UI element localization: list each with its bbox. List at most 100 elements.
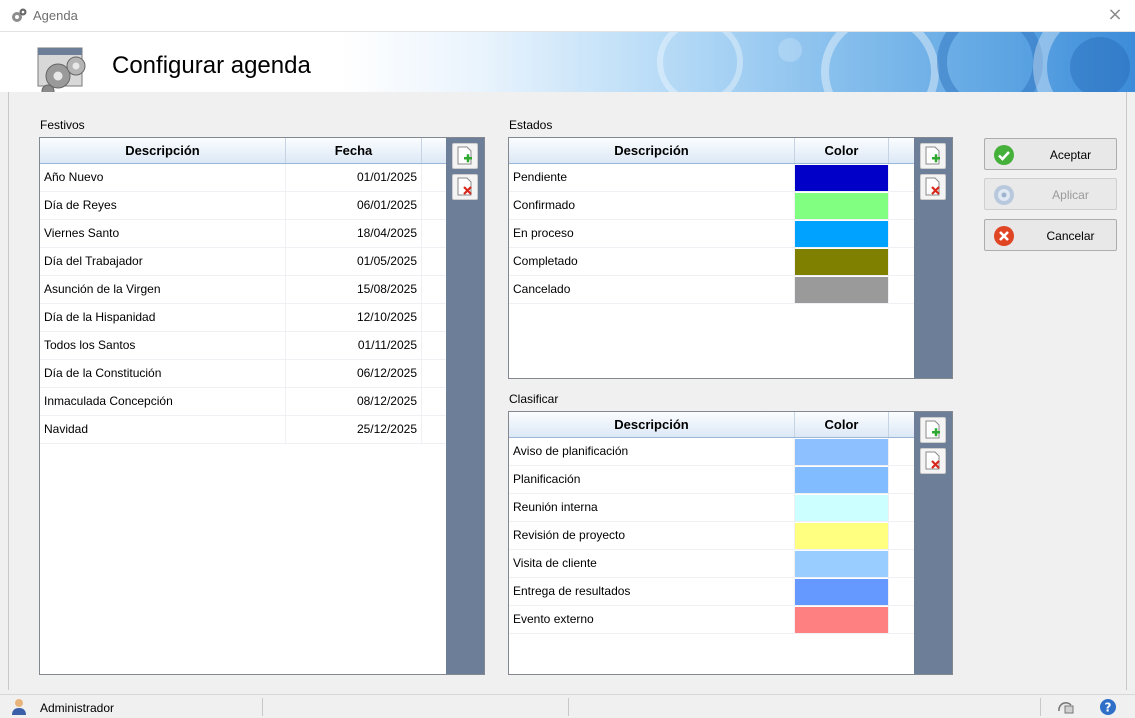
table-row[interactable]: Aviso de planificación	[509, 438, 952, 466]
cell-fecha[interactable]: 18/04/2025	[286, 220, 422, 247]
add-clasificacion-button[interactable]	[920, 417, 946, 443]
cell-descripcion[interactable]: Planificación	[509, 466, 795, 493]
cell-descripcion[interactable]: Entrega de resultados	[509, 578, 795, 605]
delete-festivo-button[interactable]	[452, 174, 478, 200]
table-row[interactable]: Planificación	[509, 466, 952, 494]
table-row[interactable]: Cancelado	[509, 276, 952, 304]
apply-button[interactable]: Aplicar	[984, 178, 1117, 210]
cell-fecha[interactable]: 01/05/2025	[286, 248, 422, 275]
column-header-fecha[interactable]: Fecha	[286, 138, 422, 163]
cell-fecha[interactable]: 06/01/2025	[286, 192, 422, 219]
delete-clasificacion-button[interactable]	[920, 448, 946, 474]
cell-descripcion[interactable]: Día de Reyes	[40, 192, 286, 219]
estados-label: Estados	[509, 118, 553, 132]
clasificar-table[interactable]: Descripción Color Aviso de planificación…	[508, 411, 953, 675]
table-row[interactable]: Visita de cliente	[509, 550, 952, 578]
festivos-toolbar	[446, 138, 484, 674]
cell-color[interactable]	[795, 220, 889, 247]
table-row[interactable]: Día de Reyes 06/01/2025	[40, 192, 484, 220]
column-header-descripcion[interactable]: Descripción	[509, 138, 795, 163]
column-header-color[interactable]: Color	[795, 412, 889, 437]
accept-label: Aceptar	[1049, 148, 1092, 162]
cell-color[interactable]	[795, 522, 889, 549]
cancel-button[interactable]: Cancelar	[984, 219, 1117, 251]
festivos-label: Festivos	[40, 118, 85, 132]
column-header-descripcion[interactable]: Descripción	[40, 138, 286, 163]
cell-color[interactable]	[795, 276, 889, 303]
clasificar-label: Clasificar	[509, 392, 559, 406]
color-swatch	[795, 467, 888, 493]
cell-descripcion[interactable]: Asunción de la Virgen	[40, 276, 286, 303]
table-row[interactable]: Viernes Santo 18/04/2025	[40, 220, 484, 248]
cell-descripcion[interactable]: Año Nuevo	[40, 164, 286, 191]
table-row[interactable]: Evento externo	[509, 606, 952, 634]
cell-descripcion[interactable]: Visita de cliente	[509, 550, 795, 577]
cell-descripcion[interactable]: Día de la Hispanidad	[40, 304, 286, 331]
cell-descripcion[interactable]: Reunión interna	[509, 494, 795, 521]
cell-descripcion[interactable]: Día de la Constitución	[40, 360, 286, 387]
cell-color[interactable]	[795, 438, 889, 465]
table-row[interactable]: En proceso	[509, 220, 952, 248]
cell-fecha[interactable]: 06/12/2025	[286, 360, 422, 387]
add-estado-button[interactable]	[920, 143, 946, 169]
table-row[interactable]: Todos los Santos 01/11/2025	[40, 332, 484, 360]
table-row[interactable]: Inmaculada Concepción 08/12/2025	[40, 388, 484, 416]
add-festivo-button[interactable]	[452, 143, 478, 169]
column-header-descripcion[interactable]: Descripción	[509, 412, 795, 437]
cell-descripcion[interactable]: Pendiente	[509, 164, 795, 191]
cell-fecha[interactable]: 01/01/2025	[286, 164, 422, 191]
table-row[interactable]: Completado	[509, 248, 952, 276]
cell-fecha[interactable]: 15/08/2025	[286, 276, 422, 303]
cell-fecha[interactable]: 12/10/2025	[286, 304, 422, 331]
cell-descripcion[interactable]: Día del Trabajador	[40, 248, 286, 275]
cell-descripcion[interactable]: Aviso de planificación	[509, 438, 795, 465]
cell-descripcion[interactable]: Viernes Santo	[40, 220, 286, 247]
table-row[interactable]: Día de la Constitución 06/12/2025	[40, 360, 484, 388]
table-row[interactable]: Reunión interna	[509, 494, 952, 522]
table-row[interactable]: Día de la Hispanidad 12/10/2025	[40, 304, 484, 332]
cell-descripcion[interactable]: Inmaculada Concepción	[40, 388, 286, 415]
cell-descripcion[interactable]: Completado	[509, 248, 795, 275]
cell-descripcion[interactable]: Todos los Santos	[40, 332, 286, 359]
table-row[interactable]: Entrega de resultados	[509, 578, 952, 606]
table-row[interactable]: Día del Trabajador 01/05/2025	[40, 248, 484, 276]
column-header-color[interactable]: Color	[795, 138, 889, 163]
cell-color[interactable]	[795, 192, 889, 219]
table-row[interactable]: Confirmado	[509, 192, 952, 220]
accept-button[interactable]: Aceptar	[984, 138, 1117, 170]
cell-color[interactable]	[795, 550, 889, 577]
settings-gears-icon	[37, 47, 86, 92]
check-icon	[994, 145, 1014, 165]
window-title: Agenda	[33, 8, 78, 23]
cell-color[interactable]	[795, 578, 889, 605]
help-icon[interactable]: ?	[1098, 697, 1118, 717]
cell-color[interactable]	[795, 466, 889, 493]
add-document-icon	[925, 146, 940, 165]
cell-descripcion[interactable]: Navidad	[40, 416, 286, 443]
cell-fecha[interactable]: 08/12/2025	[286, 388, 422, 415]
cell-color[interactable]	[795, 606, 889, 633]
close-icon[interactable]: ×	[1095, 0, 1135, 32]
table-row[interactable]: Navidad 25/12/2025	[40, 416, 484, 444]
cell-fecha[interactable]: 01/11/2025	[286, 332, 422, 359]
clasificar-header: Descripción Color	[509, 412, 952, 438]
festivos-table[interactable]: Descripción Fecha Año Nuevo 01/01/2025 Día…	[39, 137, 485, 675]
estados-table[interactable]: Descripción Color Pendiente Confirmado En …	[508, 137, 953, 379]
cell-descripcion[interactable]: Cancelado	[509, 276, 795, 303]
cell-descripcion[interactable]: Revisión de proyecto	[509, 522, 795, 549]
shapes-icon[interactable]	[1056, 697, 1076, 717]
cell-color[interactable]	[795, 164, 889, 191]
cell-descripcion[interactable]: Evento externo	[509, 606, 795, 633]
cell-descripcion[interactable]: En proceso	[509, 220, 795, 247]
table-row[interactable]: Revisión de proyecto	[509, 522, 952, 550]
table-row[interactable]: Asunción de la Virgen 15/08/2025	[40, 276, 484, 304]
cell-color[interactable]	[795, 248, 889, 275]
color-swatch	[795, 495, 888, 521]
cell-descripcion[interactable]: Confirmado	[509, 192, 795, 219]
table-row[interactable]: Pendiente	[509, 164, 952, 192]
cancel-icon	[994, 226, 1014, 246]
delete-estado-button[interactable]	[920, 174, 946, 200]
cell-fecha[interactable]: 25/12/2025	[286, 416, 422, 443]
cell-color[interactable]	[795, 494, 889, 521]
table-row[interactable]: Año Nuevo 01/01/2025	[40, 164, 484, 192]
